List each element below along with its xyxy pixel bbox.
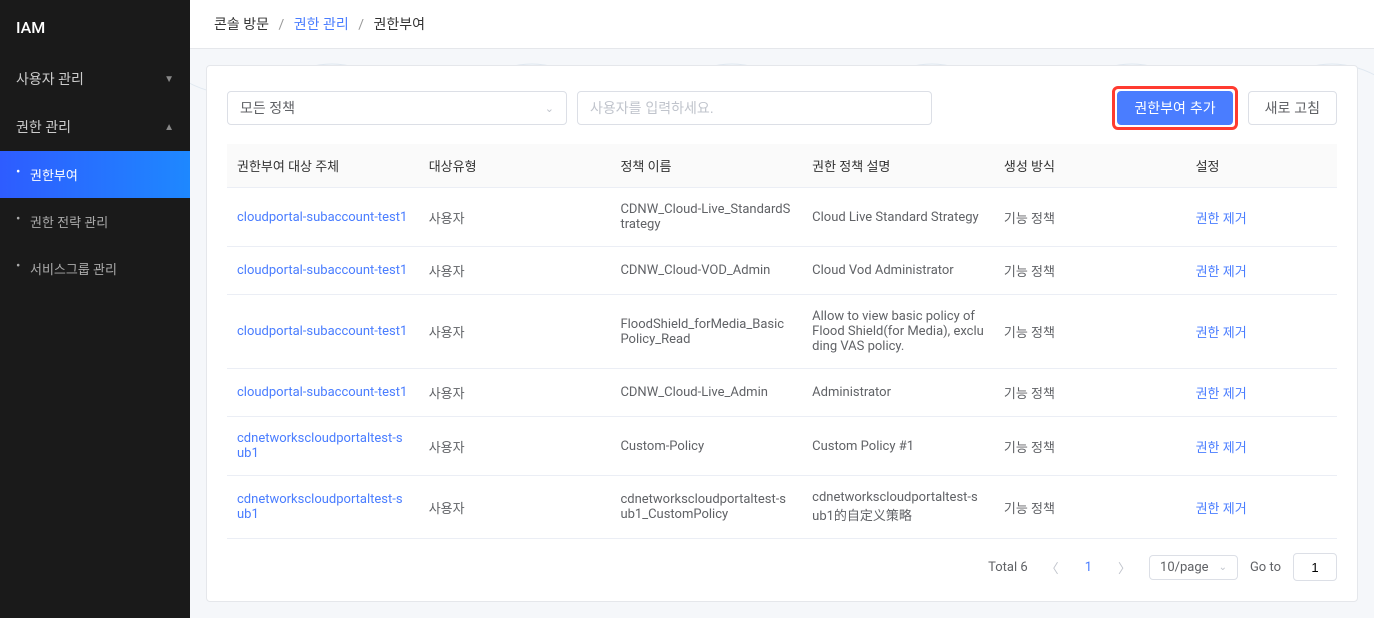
- remove-grant-link[interactable]: 권한 제거: [1196, 265, 1247, 280]
- table-row: cloudportal-subaccount-test1 사용자FloodShie…: [227, 295, 1337, 369]
- cell-policy-desc: Administrator: [802, 369, 994, 417]
- breadcrumb-item[interactable]: 권한 관리: [294, 17, 349, 33]
- select-value: 모든 정책: [240, 98, 295, 118]
- table-row: cloudportal-subaccount-test1 사용자CDNW_Clou…: [227, 188, 1337, 247]
- highlight-box: 권한부여 추가: [1112, 86, 1237, 130]
- card: 모든 정책 ⌄ 권한부여 추가 새로 고침: [206, 65, 1358, 602]
- cell-type: 사용자: [419, 295, 611, 369]
- sidebar-item-strategy[interactable]: 권한 전략 관리: [0, 198, 190, 245]
- subject-link[interactable]: cloudportal-subaccount-test1: [237, 210, 407, 225]
- remove-grant-link[interactable]: 권한 제거: [1196, 212, 1247, 227]
- cell-policy-name: CDNW_Cloud-Live_Admin: [610, 369, 802, 417]
- pagination: Total 6 〈 1 〉 10/page ⌄ Go to: [227, 553, 1337, 581]
- total-count: Total 6: [988, 560, 1028, 575]
- goto-input[interactable]: [1293, 553, 1337, 581]
- policy-select[interactable]: 모든 정책 ⌄: [227, 91, 567, 125]
- sidebar-section-permissions[interactable]: 권한 관리 ▲: [0, 103, 190, 151]
- sidebar-item-servicegroup[interactable]: 서비스그룹 관리: [0, 245, 190, 292]
- th-policy-desc: 권한 정책 설명: [802, 144, 994, 188]
- sidebar-item-label: 권한 전략 관리: [30, 216, 108, 231]
- user-search-input[interactable]: [577, 91, 932, 125]
- page-number[interactable]: 1: [1077, 560, 1100, 575]
- sidebar-section-label: 사용자 관리: [16, 69, 84, 89]
- subject-link[interactable]: cdnetworkscloudportaltest-sub1: [237, 431, 403, 461]
- th-setting: 설정: [1186, 144, 1337, 188]
- cell-policy-desc: Allow to view basic policy of Flood Shie…: [802, 295, 994, 369]
- sidebar-item-label: 권한부여: [30, 169, 78, 184]
- cell-type: 사용자: [419, 369, 611, 417]
- subject-link[interactable]: cdnetworkscloudportaltest-sub1: [237, 492, 403, 522]
- chevron-down-icon: ▼: [164, 74, 174, 85]
- table-body: cloudportal-subaccount-test1사용자CDNW_Clou…: [227, 188, 1337, 539]
- sidebar-section-label: 권한 관리: [16, 117, 71, 137]
- cell-method: 기능 정책: [994, 417, 1186, 476]
- th-subject: 권한부여 대상 주체: [227, 144, 419, 188]
- cell-method: 기능 정책: [994, 295, 1186, 369]
- add-grant-button[interactable]: 권한부여 추가: [1117, 91, 1232, 125]
- next-page-button[interactable]: 〉: [1112, 558, 1137, 577]
- remove-grant-link[interactable]: 권한 제거: [1196, 326, 1247, 341]
- chevron-down-icon: ⌄: [1219, 562, 1227, 573]
- cell-policy-name: Custom-Policy: [610, 417, 802, 476]
- cell-policy-desc: cdnetworkscloudportaltest-sub1的自定义策略: [802, 476, 994, 539]
- cell-method: 기능 정책: [994, 369, 1186, 417]
- sidebar: IAM 사용자 관리 ▼ 권한 관리 ▲ 권한부여 권한 전략 관리 서비스그룹…: [0, 0, 190, 618]
- table-row: cdnetworkscloudportaltest-sub1 사용자Custom-…: [227, 417, 1337, 476]
- cell-policy-name: cdnetworkscloudportaltest-sub1_CustomPol…: [610, 476, 802, 539]
- cell-type: 사용자: [419, 247, 611, 295]
- remove-grant-link[interactable]: 권한 제거: [1196, 387, 1247, 402]
- remove-grant-link[interactable]: 권한 제거: [1196, 441, 1247, 456]
- cell-policy-name: CDNW_Cloud-VOD_Admin: [610, 247, 802, 295]
- page-size-select[interactable]: 10/page ⌄: [1149, 555, 1238, 580]
- th-policy-name: 정책 이름: [610, 144, 802, 188]
- breadcrumb-separator: /: [358, 17, 364, 33]
- content: 모든 정책 ⌄ 권한부여 추가 새로 고침: [190, 49, 1374, 618]
- cell-policy-desc: Cloud Live Standard Strategy: [802, 188, 994, 247]
- cell-type: 사용자: [419, 188, 611, 247]
- cell-type: 사용자: [419, 417, 611, 476]
- refresh-button[interactable]: 새로 고침: [1248, 91, 1337, 125]
- sidebar-title: IAM: [0, 0, 190, 55]
- table-row: cloudportal-subaccount-test1 사용자CDNW_Clou…: [227, 369, 1337, 417]
- cell-policy-desc: Custom Policy #1: [802, 417, 994, 476]
- th-method: 생성 방식: [994, 144, 1186, 188]
- subject-link[interactable]: cloudportal-subaccount-test1: [237, 324, 407, 339]
- subject-link[interactable]: cloudportal-subaccount-test1: [237, 385, 407, 400]
- breadcrumb-item-current: 권한부여: [374, 17, 426, 33]
- breadcrumb-separator: /: [278, 17, 284, 33]
- grants-table: 권한부여 대상 주체 대상유형 정책 이름 권한 정책 설명 생성 방식 설정 …: [227, 144, 1337, 539]
- cell-method: 기능 정책: [994, 188, 1186, 247]
- main: 콘솔 방문 / 권한 관리 / 권한부여 모든 정책 ⌄ 권한부여 추가 새로 …: [190, 0, 1374, 618]
- chevron-down-icon: ⌄: [545, 102, 554, 115]
- sidebar-item-grant[interactable]: 권한부여: [0, 151, 190, 198]
- th-type: 대상유형: [419, 144, 611, 188]
- table-row: cdnetworkscloudportaltest-sub1사용자cdnetwo…: [227, 476, 1337, 539]
- cell-policy-name: FloodShield_forMedia_BasicPolicy_Read: [610, 295, 802, 369]
- remove-grant-link[interactable]: 권한 제거: [1196, 502, 1247, 517]
- cell-method: 기능 정책: [994, 247, 1186, 295]
- cell-policy-name: CDNW_Cloud-Live_StandardStrategy: [610, 188, 802, 247]
- subject-link[interactable]: cloudportal-subaccount-test1: [237, 263, 407, 278]
- toolbar: 모든 정책 ⌄ 권한부여 추가 새로 고침: [227, 86, 1337, 130]
- cell-method: 기능 정책: [994, 476, 1186, 539]
- table-row: cloudportal-subaccount-test1 사용자CDNW_Clou…: [227, 247, 1337, 295]
- breadcrumb: 콘솔 방문 / 권한 관리 / 권한부여: [190, 0, 1374, 49]
- sidebar-item-label: 서비스그룹 관리: [30, 263, 117, 278]
- goto-label: Go to: [1250, 560, 1281, 575]
- cell-type: 사용자: [419, 476, 611, 539]
- page-size-value: 10/page: [1160, 560, 1209, 575]
- sidebar-section-users[interactable]: 사용자 관리 ▼: [0, 55, 190, 103]
- cell-policy-desc: Cloud Vod Administrator: [802, 247, 994, 295]
- breadcrumb-item[interactable]: 콘솔 방문: [214, 17, 269, 33]
- prev-page-button[interactable]: 〈: [1040, 558, 1065, 577]
- chevron-up-icon: ▲: [164, 122, 174, 133]
